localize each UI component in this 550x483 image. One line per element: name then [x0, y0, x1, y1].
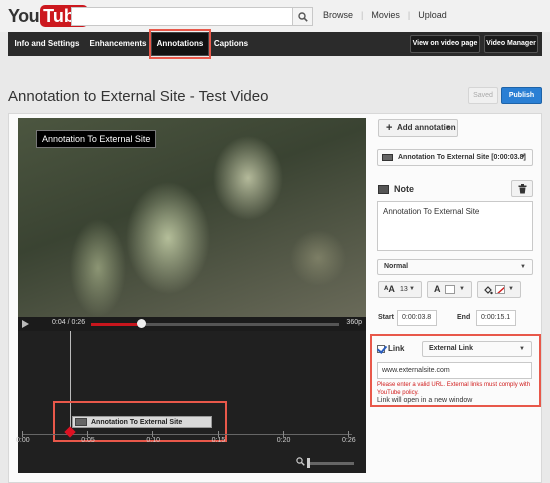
- saved-button[interactable]: Saved: [468, 87, 498, 104]
- editor-nav-bar: Info and Settings Enhancements Annotatio…: [8, 32, 542, 56]
- end-time-input[interactable]: 0:00:15.1: [476, 310, 516, 326]
- chevron-down-icon: ▼: [508, 286, 514, 292]
- annotation-overlay[interactable]: Annotation To External Site: [36, 130, 157, 148]
- chevron-down-icon: ▼: [520, 264, 526, 270]
- view-on-video-page-button[interactable]: View on video page: [410, 35, 480, 53]
- text-size-icon: ᴬA: [384, 284, 395, 294]
- delete-annotation-button[interactable]: [511, 180, 533, 197]
- logo-you-text: You: [8, 5, 40, 26]
- font-style-select[interactable]: Normal ▼: [377, 259, 533, 275]
- background-color-button[interactable]: ▼: [477, 281, 521, 298]
- zoom-slider-track[interactable]: [308, 462, 354, 465]
- text-color-button[interactable]: A ▼: [427, 281, 472, 298]
- note-icon: [378, 184, 389, 194]
- browse-link[interactable]: Browse: [323, 10, 353, 20]
- link-label: Link: [388, 344, 405, 353]
- trash-icon: [518, 183, 526, 193]
- progress-track[interactable]: [91, 323, 339, 326]
- chevron-down-icon: ▼: [519, 346, 525, 352]
- text-color-icon: A: [434, 284, 441, 294]
- search-input[interactable]: [71, 7, 293, 26]
- link-checkbox[interactable]: [377, 345, 385, 353]
- time-display: 0:04 / 0:26: [52, 319, 86, 326]
- start-label: Start: [378, 314, 394, 321]
- tab-captions[interactable]: Captions: [211, 32, 251, 56]
- timeline-tick-label: 0:15: [211, 437, 226, 444]
- timeline-tick-label: 0:20: [276, 437, 291, 444]
- chevron-down-icon: ▼: [520, 154, 526, 160]
- tab-info-and-settings[interactable]: Info and Settings: [12, 32, 82, 56]
- timeline-annotation-highlight: [53, 401, 227, 442]
- font-size-button[interactable]: ᴬA 13 ▼: [378, 281, 422, 298]
- url-input[interactable]: www.externalsite.com: [377, 362, 532, 379]
- zoom-icon: [296, 457, 305, 466]
- annotation-selector[interactable]: Annotation To External Site [0:00:03.8] …: [377, 149, 533, 166]
- chevron-down-icon: ▼: [445, 125, 451, 131]
- speech-bubble-icon: [382, 154, 393, 161]
- divider: |: [407, 10, 411, 20]
- tab-enhancements[interactable]: Enhancements: [84, 32, 152, 56]
- timeline-tick-label: 0:26: [342, 437, 356, 444]
- link-type-value: External Link: [429, 345, 473, 352]
- page-title: Annotation to External Site - Test Video: [8, 88, 269, 105]
- zoom-slider-thumb[interactable]: [307, 458, 310, 468]
- add-annotation-button[interactable]: + Add annotation ▼: [378, 119, 458, 137]
- start-time-input[interactable]: 0:00:03.8: [397, 310, 437, 326]
- video-frame: [18, 118, 366, 331]
- new-window-note: Link will open in a new window: [377, 397, 473, 404]
- note-type-label: Note: [394, 184, 414, 194]
- end-label: End: [457, 314, 471, 321]
- progress-thumb[interactable]: [136, 319, 146, 328]
- movies-link[interactable]: Movies: [371, 10, 400, 20]
- top-links: Browse | Movies | Upload: [323, 10, 447, 20]
- chevron-down-icon: ▼: [409, 286, 415, 292]
- timeline-tick-label: 0:00: [16, 437, 30, 444]
- url-error-message: Please enter a valid URL. External links…: [377, 382, 531, 396]
- annotation-text-area[interactable]: Annotation To External Site: [377, 201, 533, 251]
- annotations-tab-highlight: [149, 29, 211, 59]
- timeline-tick-label: 0:10: [146, 437, 161, 444]
- player-controls: 0:04 / 0:26 360p: [18, 317, 366, 331]
- font-style-value: Normal: [384, 263, 409, 270]
- no-color-swatch: [495, 285, 505, 294]
- divider: |: [361, 10, 364, 20]
- chevron-down-icon: ▼: [459, 286, 465, 292]
- paint-bucket-icon: [484, 286, 493, 295]
- search-icon: [297, 11, 308, 22]
- top-bar: You Tube Browse | Movies | Upload: [0, 0, 550, 32]
- quality-selector[interactable]: 360p: [346, 319, 362, 326]
- plus-icon: +: [386, 122, 393, 134]
- search-button[interactable]: [293, 7, 313, 26]
- timeline-tick-label: 0:05: [81, 437, 95, 444]
- font-size-value: 13: [400, 286, 408, 293]
- video-manager-button[interactable]: Video Manager: [484, 35, 538, 53]
- video-player[interactable]: Annotation To External Site: [18, 118, 366, 331]
- note-type-row: Note: [378, 184, 414, 194]
- selected-annotation-label: Annotation To External Site [0:00:03.8]: [398, 154, 526, 161]
- progress-fill: [91, 323, 141, 326]
- publish-button[interactable]: Publish: [501, 87, 542, 104]
- play-icon[interactable]: [22, 320, 29, 328]
- color-swatch-white: [445, 285, 455, 294]
- upload-link[interactable]: Upload: [418, 10, 447, 20]
- link-type-select[interactable]: External Link ▼: [422, 341, 532, 357]
